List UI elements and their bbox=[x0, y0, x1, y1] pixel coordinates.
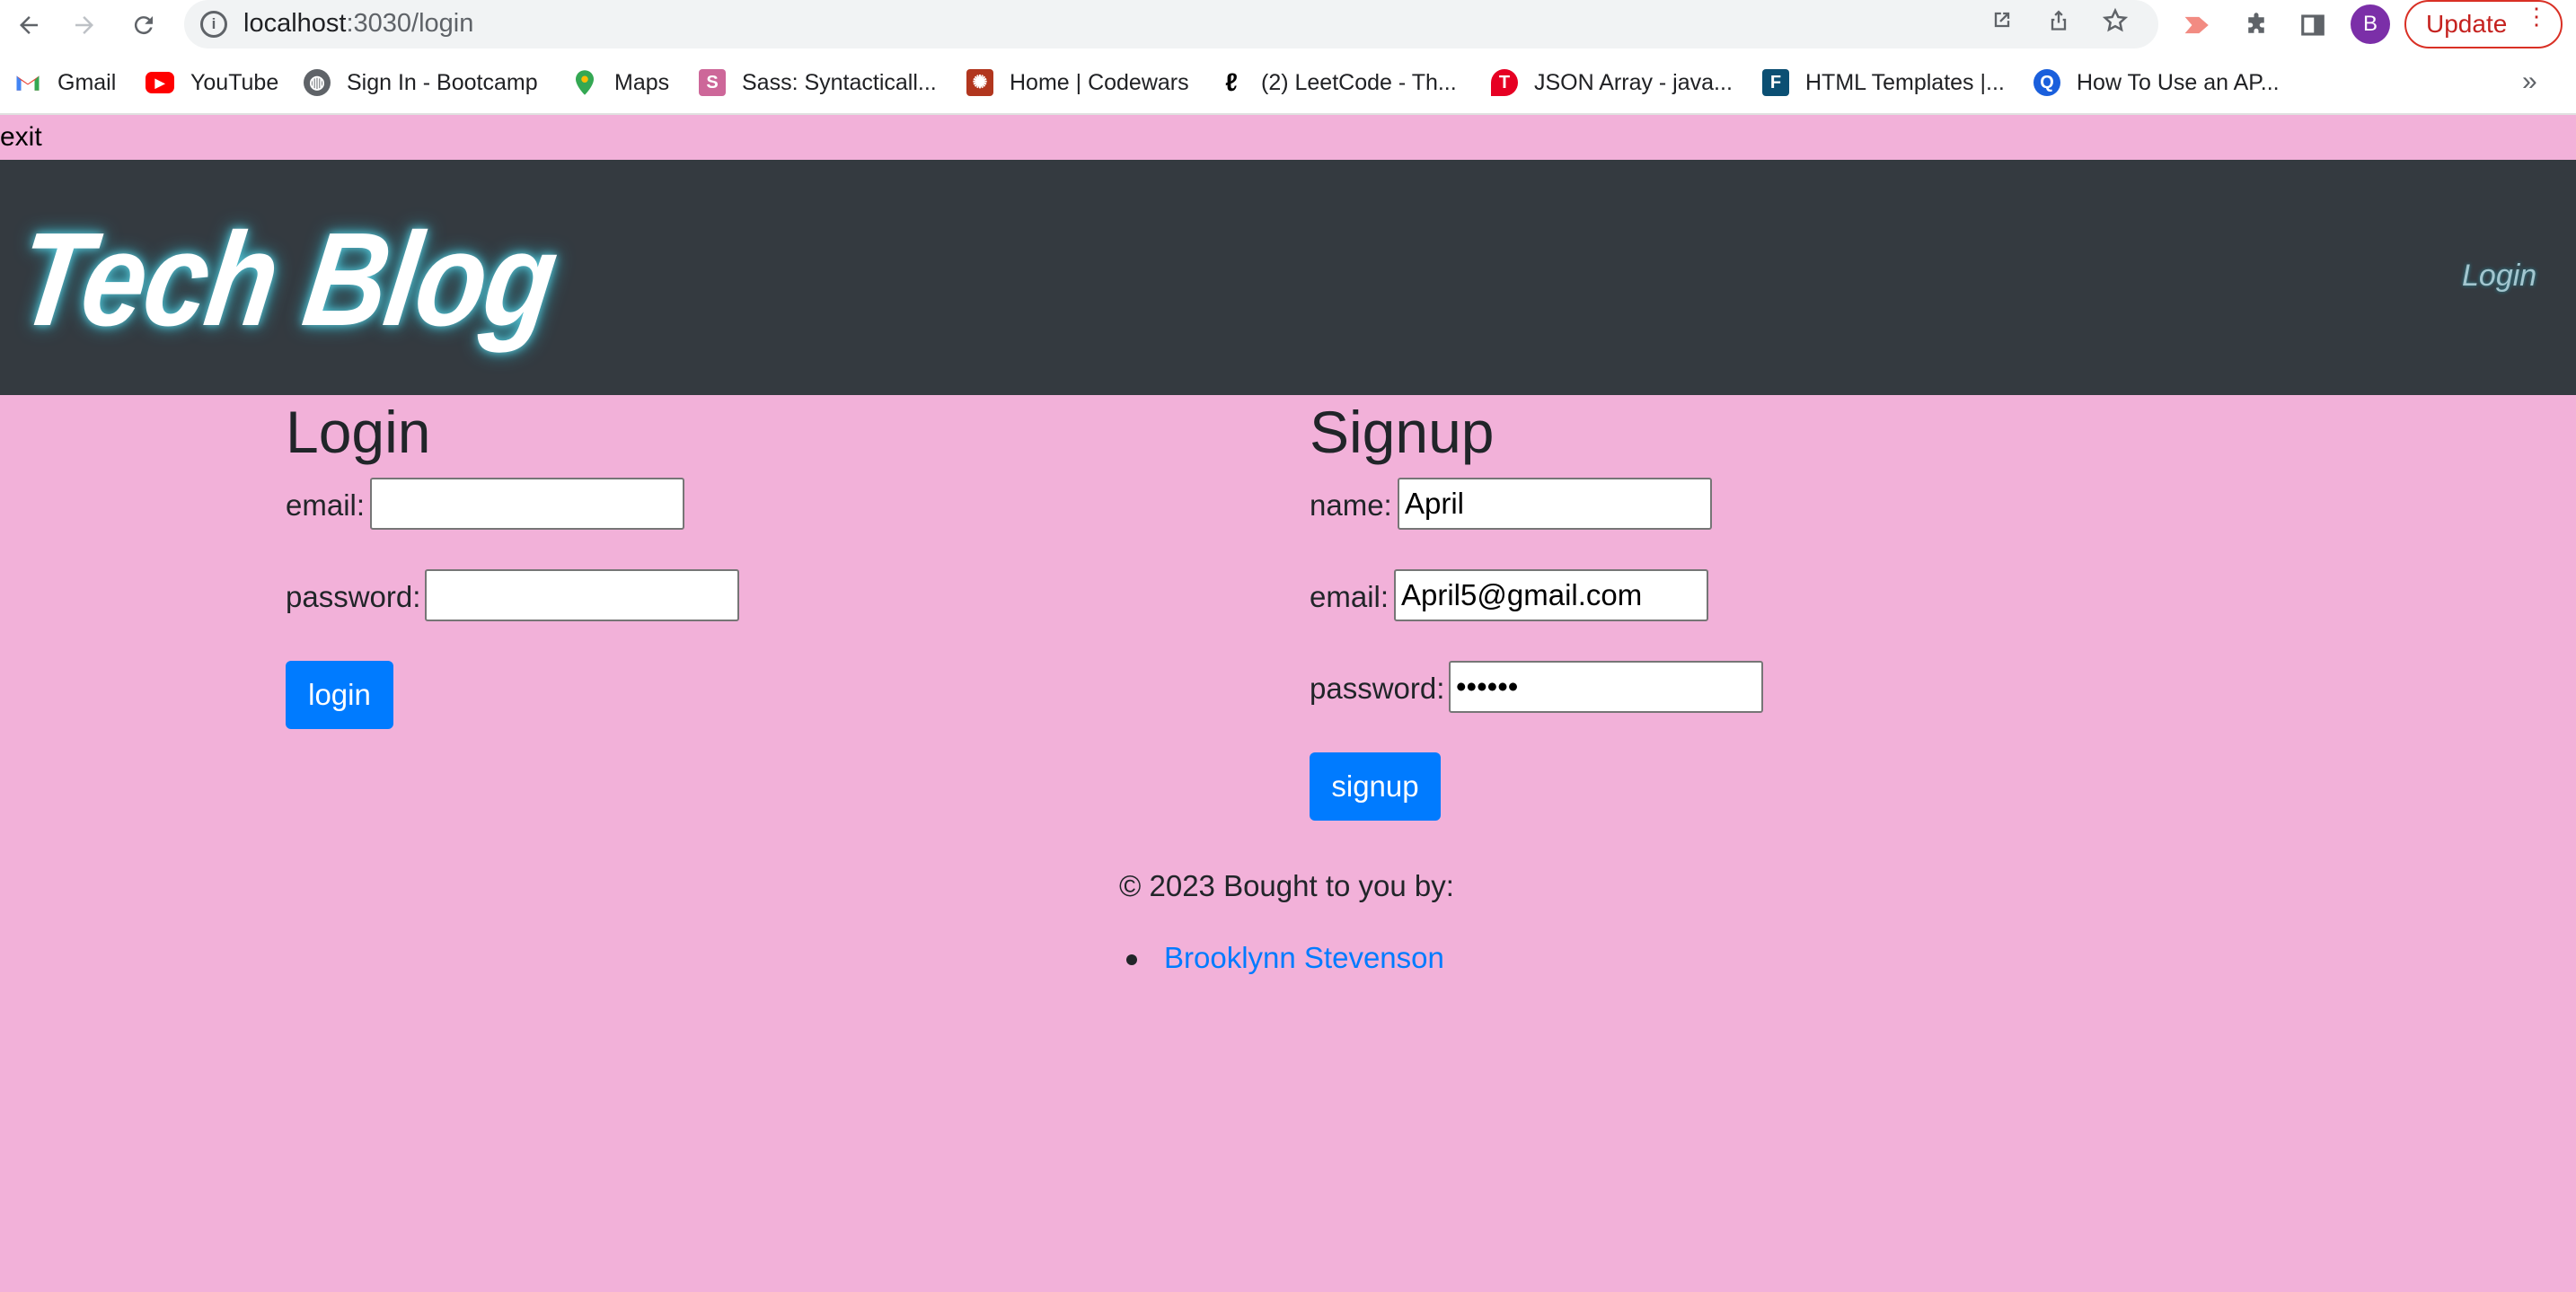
side-panel-icon[interactable] bbox=[2293, 5, 2333, 45]
more-bookmarks-chevron-icon[interactable]: » bbox=[2522, 66, 2537, 97]
brand-logo[interactable]: Tech Blog bbox=[9, 206, 564, 354]
signup-button[interactable]: signup bbox=[1310, 752, 1441, 821]
bookmark-label: JSON Array - java... bbox=[1534, 69, 1733, 95]
url-text[interactable]: localhost:3030/login bbox=[243, 9, 473, 39]
signup-name-label: name: bbox=[1310, 488, 1392, 522]
q-logo-icon: Q bbox=[2033, 69, 2060, 96]
back-arrow-icon[interactable] bbox=[9, 5, 49, 45]
login-password-label: password: bbox=[286, 580, 421, 613]
bookmark-star-icon[interactable] bbox=[2097, 7, 2133, 41]
login-section: Login bbox=[286, 395, 431, 461]
bookmark-how-to-use-api[interactable]: Q How To Use an AP... bbox=[2033, 66, 2280, 99]
site-header: Tech Blog Login bbox=[0, 160, 2576, 395]
exit-text: exit bbox=[0, 122, 42, 152]
f-square-icon: F bbox=[1762, 69, 1789, 96]
bullet-icon bbox=[1126, 954, 1137, 966]
leetcode-icon: ℓ bbox=[1225, 68, 1238, 96]
reload-icon[interactable] bbox=[124, 5, 163, 45]
footer-author-list: Brooklynn Stevenson bbox=[1126, 941, 1444, 975]
extension-arrow-icon[interactable] bbox=[2178, 5, 2218, 45]
tutorial-t-icon: T bbox=[1491, 69, 1518, 96]
login-button[interactable]: login bbox=[286, 661, 393, 729]
bookmark-sign-in-bootcamp[interactable]: ◍ Sign In - Bootcamp bbox=[304, 66, 538, 99]
bookmark-label: How To Use an AP... bbox=[2077, 69, 2280, 95]
maps-pin-icon bbox=[571, 69, 598, 96]
open-in-new-window-icon[interactable] bbox=[1984, 7, 2020, 40]
bookmark-youtube[interactable]: ▶ YouTube bbox=[146, 66, 278, 99]
login-password-input[interactable] bbox=[425, 569, 739, 621]
bookmark-label: HTML Templates |... bbox=[1805, 69, 2005, 95]
signup-password-input[interactable] bbox=[1449, 661, 1763, 713]
bookmarks-bar: Gmail ▶ YouTube ◍ Sign In - Bootcamp Map… bbox=[0, 50, 2576, 115]
signup-password-label: password: bbox=[1310, 672, 1445, 705]
login-heading: Login bbox=[286, 399, 431, 465]
sass-icon: S bbox=[699, 69, 726, 96]
codewars-icon: ✺ bbox=[966, 69, 993, 96]
bookmark-label: Gmail bbox=[57, 69, 117, 95]
bookmark-label: Sass: Syntacticall... bbox=[742, 69, 937, 95]
bookmark-label: Home | Codewars bbox=[1010, 69, 1189, 95]
extensions-puzzle-icon[interactable] bbox=[2236, 5, 2276, 45]
bookmark-codewars[interactable]: ✺ Home | Codewars bbox=[966, 66, 1189, 99]
bookmark-label: YouTube bbox=[190, 69, 279, 95]
site-info-icon[interactable]: i bbox=[200, 11, 227, 38]
nav-login-link[interactable]: Login bbox=[2462, 259, 2536, 294]
login-email-input[interactable] bbox=[370, 478, 684, 530]
globe-icon: ◍ bbox=[304, 69, 331, 96]
bookmark-leetcode[interactable]: ℓ (2) LeetCode - Th... bbox=[1218, 66, 1457, 99]
bookmark-label: Sign In - Bootcamp bbox=[347, 69, 538, 95]
forward-arrow-icon[interactable] bbox=[65, 5, 104, 45]
address-bar[interactable]: i localhost:3030/login bbox=[184, 0, 2158, 48]
bookmark-html-templates[interactable]: F HTML Templates |... bbox=[1762, 66, 2005, 99]
bookmark-json-array[interactable]: T JSON Array - java... bbox=[1491, 66, 1733, 99]
bookmark-gmail[interactable]: Gmail bbox=[14, 66, 116, 99]
profile-avatar[interactable]: B bbox=[2351, 4, 2390, 44]
browser-toolbar: i localhost:3030/login B Update ⋮ bbox=[0, 0, 2576, 50]
bookmark-label: Maps bbox=[614, 69, 670, 95]
login-email-label: email: bbox=[286, 488, 366, 522]
signup-email-input[interactable] bbox=[1394, 569, 1708, 621]
share-icon[interactable] bbox=[2041, 7, 2077, 40]
gmail-icon bbox=[14, 69, 41, 96]
signup-section: Signup bbox=[1310, 395, 1495, 461]
signup-name-input[interactable] bbox=[1398, 478, 1712, 530]
footer-credit-text: © 2023 Bought to you by: bbox=[1119, 869, 1454, 902]
bookmark-label: (2) LeetCode - Th... bbox=[1261, 69, 1457, 95]
signup-heading: Signup bbox=[1310, 399, 1495, 465]
youtube-icon: ▶ bbox=[146, 72, 174, 93]
menu-dots-icon[interactable]: ⋮ bbox=[2525, 4, 2548, 28]
list-item: Brooklynn Stevenson bbox=[1126, 941, 1444, 975]
author-link[interactable]: Brooklynn Stevenson bbox=[1164, 941, 1444, 974]
bookmark-sass[interactable]: S Sass: Syntacticall... bbox=[699, 66, 937, 99]
update-label: Update bbox=[2426, 10, 2508, 38]
bookmark-maps[interactable]: Maps bbox=[571, 66, 669, 99]
update-button[interactable]: Update ⋮ bbox=[2404, 0, 2563, 48]
signup-email-label: email: bbox=[1310, 580, 1389, 613]
